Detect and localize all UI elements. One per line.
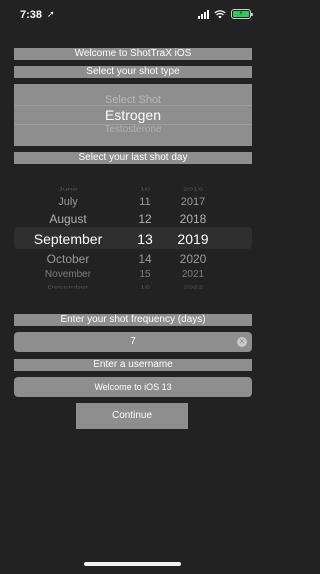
- cellular-signal-icon: [198, 9, 209, 19]
- month-option[interactable]: July: [14, 196, 122, 208]
- picker-option[interactable]: Select Shot: [14, 94, 252, 106]
- battery-charging-icon: ⚡: [233, 11, 249, 17]
- welcome-title: Welcome to ShotTraX iOS: [14, 48, 252, 60]
- day-option[interactable]: 12: [122, 212, 168, 226]
- status-time: 7:38: [20, 9, 43, 21]
- year-option[interactable]: 2021: [168, 269, 218, 280]
- frequency-label: Enter your shot frequency (days): [14, 314, 252, 326]
- username-label: Enter a username: [14, 359, 252, 371]
- month-option[interactable]: November: [14, 269, 122, 280]
- month-option[interactable]: June: [14, 186, 122, 192]
- continue-button[interactable]: Continue: [76, 403, 188, 429]
- year-option[interactable]: 2016: [168, 186, 218, 192]
- year-option[interactable]: 2020: [168, 252, 218, 266]
- day-option[interactable]: 14: [122, 252, 168, 266]
- year-option[interactable]: 2017: [168, 196, 218, 208]
- picker-option-selected[interactable]: Estrogen: [14, 107, 252, 123]
- year-option[interactable]: 2018: [168, 212, 218, 226]
- month-option[interactable]: October: [14, 252, 122, 266]
- date-picker[interactable]: June July August September October Novem…: [14, 182, 252, 292]
- clear-icon[interactable]: ✕: [237, 337, 247, 347]
- last-shot-day-label: Select your last shot day: [14, 152, 252, 164]
- frequency-input[interactable]: 7 ✕: [14, 332, 252, 352]
- day-option[interactable]: 16: [122, 284, 168, 290]
- day-option[interactable]: 15: [122, 269, 168, 280]
- username-input[interactable]: Welcome to iOS 13: [14, 377, 252, 397]
- day-wheel[interactable]: 10 11 12 13 14 15 16: [122, 182, 168, 292]
- day-option-selected[interactable]: 13: [122, 231, 168, 247]
- month-option-selected[interactable]: September: [14, 231, 122, 247]
- month-option[interactable]: December: [14, 284, 122, 290]
- year-wheel[interactable]: 2016 2017 2018 2019 2020 2021 2022: [168, 182, 218, 292]
- picker-option[interactable]: Testosterone: [14, 124, 252, 135]
- frequency-value: 7: [130, 336, 136, 347]
- day-option[interactable]: 10: [122, 186, 168, 192]
- month-option[interactable]: August: [14, 212, 122, 226]
- year-option-selected[interactable]: 2019: [168, 231, 218, 247]
- location-arrow-icon: ➚: [47, 9, 55, 19]
- day-option[interactable]: 11: [122, 196, 168, 208]
- shot-type-label: Select your shot type: [14, 66, 252, 78]
- status-icons: ⚡: [198, 9, 253, 19]
- home-indicator[interactable]: [84, 562, 181, 566]
- year-option[interactable]: 2022: [168, 284, 218, 290]
- month-wheel[interactable]: June July August September October Novem…: [14, 182, 122, 292]
- wifi-icon: [214, 9, 226, 18]
- battery-icon: ⚡: [231, 9, 253, 19]
- shot-type-picker[interactable]: Select Shot Estrogen Testosterone: [14, 84, 252, 146]
